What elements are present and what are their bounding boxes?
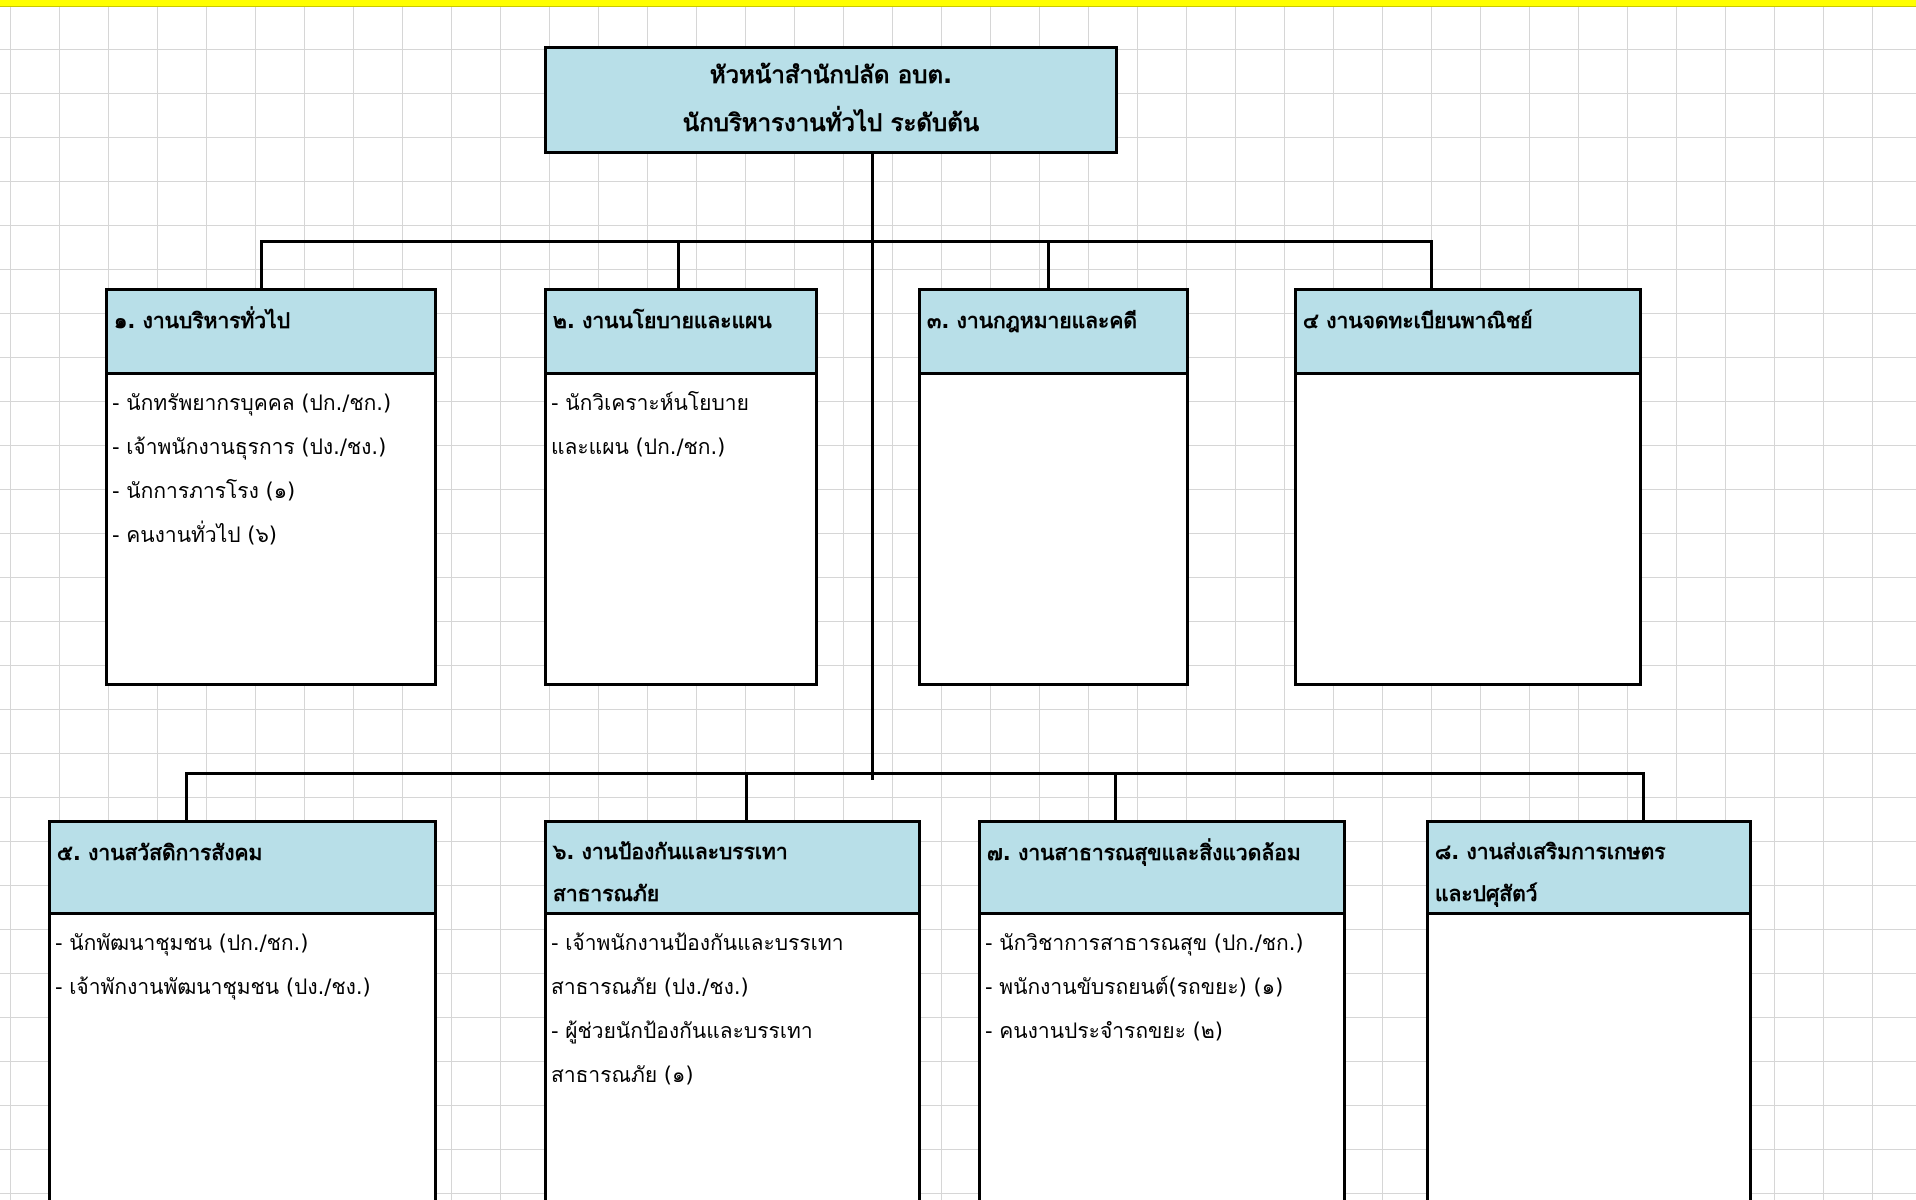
unit-title: ๓. งานกฎหมายและคดี [927, 309, 1138, 333]
connector-drop-unit-2 [677, 240, 680, 290]
unit-title-cont: สาธารณภัย [553, 882, 660, 906]
unit-staff-list: - นักวิเคราะห์นโยบาย และแผน (ปก./ชก.) [547, 375, 815, 469]
staff-item: - นักการภารโรง (๑) [112, 479, 296, 503]
unit-staff-list: - นักวิชาการสาธารณสุข (ปก./ชก.) - พนักงา… [981, 915, 1343, 1053]
unit-header: ๔ งานจดทะเบียนพาณิชย์ [1297, 291, 1639, 375]
head-title: หัวหน้าสำนักปลัด อบต. [709, 61, 953, 89]
unit-box-6: ๖. งานป้องกันและบรรเทา สาธารณภัย - เจ้าพ… [544, 820, 921, 1200]
connector-drop-unit-8 [1642, 772, 1645, 822]
head-of-office-box: หัวหน้าสำนักปลัด อบต. นักบริหารงานทั่วไป… [544, 46, 1118, 154]
head-position: นักบริหารงานทั่วไป ระดับต้น [682, 109, 980, 137]
unit-title: ๕. งานสวัสดิการสังคม [57, 841, 263, 865]
unit-staff-list [1429, 915, 1749, 921]
connector-drop-unit-1 [260, 240, 263, 290]
connector-drop-unit-3 [1047, 240, 1050, 290]
unit-title: ๑. งานบริหารทั่วไป [114, 309, 291, 333]
connector-drop-unit-7 [1114, 772, 1117, 822]
connector-row1-horizontal [260, 240, 1433, 243]
unit-header: ๖. งานป้องกันและบรรเทา สาธารณภัย [547, 823, 918, 915]
unit-header: ๑. งานบริหารทั่วไป [108, 291, 434, 375]
staff-item: - ผู้ช่วยนักป้องกันและบรรเทา [551, 1019, 813, 1043]
staff-item: - นักวิชาการสาธารณสุข (ปก./ชก.) [985, 931, 1304, 955]
unit-box-3: ๓. งานกฎหมายและคดี [918, 288, 1189, 686]
staff-item: - เจ้าพักงานพัฒนาชุมชน (ปง./ชง.) [55, 975, 371, 999]
unit-box-5: ๕. งานสวัสดิการสังคม - นักพัฒนาชุมชน (ปก… [48, 820, 437, 1200]
unit-title: ๔ งานจดทะเบียนพาณิชย์ [1303, 309, 1533, 333]
unit-header: ๒. งานนโยบายและแผน [547, 291, 815, 375]
unit-header: ๘. งานส่งเสริมการเกษตร และปศุสัตว์ [1429, 823, 1749, 915]
unit-staff-list: - นักพัฒนาชุมชน (ปก./ชก.) - เจ้าพักงานพั… [51, 915, 434, 1009]
unit-header: ๓. งานกฎหมายและคดี [921, 291, 1186, 375]
unit-header: ๗. งานสาธารณสุขและสิ่งแวดล้อม [981, 823, 1343, 915]
unit-title-cont: และปศุสัตว์ [1435, 882, 1538, 906]
staff-item: - คนงานทั่วไป (๖) [112, 523, 277, 547]
unit-box-4: ๔ งานจดทะเบียนพาณิชย์ [1294, 288, 1642, 686]
unit-staff-list [1297, 375, 1639, 381]
staff-item: - เจ้าพนักงานธุรการ (ปง./ชง.) [112, 435, 387, 459]
connector-row2-horizontal [185, 772, 1645, 775]
unit-header: ๕. งานสวัสดิการสังคม [51, 823, 434, 915]
staff-item: - นักทรัพยากรบุคคล (ปก./ชก.) [112, 391, 392, 415]
connector-drop-unit-4 [1430, 240, 1433, 290]
staff-item: - นักวิเคราะห์นโยบาย [551, 391, 749, 415]
connector-drop-unit-6 [745, 772, 748, 822]
unit-staff-list: - เจ้าพนักงานป้องกันและบรรเทา สาธารณภัย … [547, 915, 918, 1097]
staff-item: - คนงานประจำรถขยะ (๒) [985, 1019, 1223, 1043]
staff-item: สาธารณภัย (ปง./ชง.) [551, 975, 749, 999]
staff-item: - พนักงานขับรถยนต์(รถขยะ) (๑) [985, 975, 1284, 999]
unit-staff-list: - นักทรัพยากรบุคคล (ปก./ชก.) - เจ้าพนักง… [108, 375, 434, 557]
unit-title: ๗. งานสาธารณสุขและสิ่งแวดล้อม [987, 841, 1301, 865]
unit-box-2: ๒. งานนโยบายและแผน - นักวิเคราะห์นโยบาย … [544, 288, 818, 686]
unit-box-1: ๑. งานบริหารทั่วไป - นักทรัพยากรบุคคล (ป… [105, 288, 437, 686]
spreadsheet-top-bar [0, 0, 1916, 7]
staff-item: สาธารณภัย (๑) [551, 1063, 694, 1087]
staff-item: - นักพัฒนาชุมชน (ปก./ชก.) [55, 931, 309, 955]
connector-drop-unit-5 [185, 772, 188, 822]
unit-title: ๘. งานส่งเสริมการเกษตร [1435, 840, 1666, 864]
staff-item: - เจ้าพนักงานป้องกันและบรรเทา [551, 931, 844, 955]
connector-main-vertical [871, 154, 874, 780]
unit-staff-list [921, 375, 1186, 381]
unit-box-8: ๘. งานส่งเสริมการเกษตร และปศุสัตว์ [1426, 820, 1752, 1200]
staff-item: และแผน (ปก./ชก.) [551, 435, 726, 459]
unit-box-7: ๗. งานสาธารณสุขและสิ่งแวดล้อม - นักวิชาก… [978, 820, 1346, 1200]
unit-title: ๖. งานป้องกันและบรรเทา [553, 840, 788, 864]
unit-title: ๒. งานนโยบายและแผน [553, 309, 772, 333]
